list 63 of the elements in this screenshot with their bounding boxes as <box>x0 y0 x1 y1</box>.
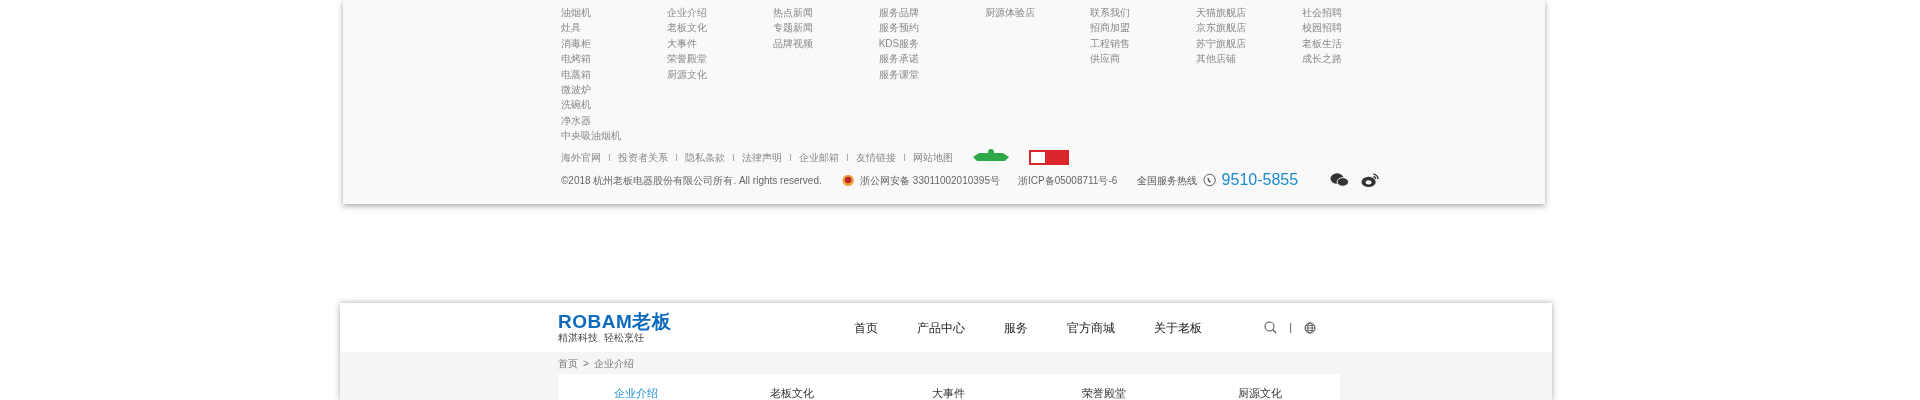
footer-link[interactable]: 校园招聘 <box>1302 20 1343 36</box>
footer-link[interactable]: 招商加盟 <box>1090 20 1131 36</box>
footer-link[interactable]: 微波炉 <box>561 82 591 98</box>
footer-link[interactable]: 厨源体验店 <box>984 5 1035 21</box>
breadcrumb-item[interactable]: 首页 <box>558 355 578 371</box>
nav-link[interactable]: 产品中心 <box>917 318 966 337</box>
breadcrumb-item[interactable]: 企业介绍 <box>593 355 634 371</box>
footer-link[interactable]: 品牌视频 <box>772 35 813 52</box>
breadcrumb-item: > <box>583 356 589 371</box>
footer-link[interactable]: 荣誉殿堂 <box>666 51 707 67</box>
nav-link[interactable]: 官方商城 <box>1067 318 1116 337</box>
footer-link[interactable]: 热点新闻 <box>772 5 813 21</box>
tab[interactable]: 厨源文化 <box>1182 387 1338 400</box>
footer-link[interactable]: 其他店铺 <box>1196 51 1237 67</box>
footer-link[interactable]: 企业介绍 <box>666 5 707 21</box>
footer-link[interactable]: 大事件 <box>666 35 697 52</box>
footer-link[interactable]: 电烤箱 <box>561 51 591 67</box>
copyright-text: ©2018 杭州老板电器股份有限公司所有. All rights reserved. <box>561 173 822 188</box>
hotline-label: 全国服务热线 <box>1136 173 1198 188</box>
footer-link[interactable]: 法律声明 <box>742 149 782 165</box>
tab[interactable]: 大事件 <box>870 387 1026 400</box>
footer-link[interactable]: 油烟机 <box>561 5 591 21</box>
footer-link[interactable]: 老板文化 <box>666 20 707 36</box>
footer-link[interactable]: 海外官网 <box>561 149 601 165</box>
tab[interactable]: 荣誉殿堂 <box>1026 387 1182 400</box>
police-record-text: 浙公网安备 33011002010395号 <box>860 173 1000 188</box>
footer-link[interactable]: 电蒸箱 <box>561 66 591 83</box>
footer-link[interactable]: 供应商 <box>1090 51 1121 67</box>
hotline-number: 9510-5855 <box>1221 170 1299 190</box>
footer-link[interactable]: 社会招聘 <box>1302 5 1343 21</box>
footer-link[interactable]: 成长之路 <box>1302 51 1343 67</box>
footer-link[interactable]: KDS服务 <box>878 35 920 52</box>
tab[interactable]: 企业介绍 <box>558 387 714 400</box>
footer-link[interactable]: 消毒柜 <box>561 35 591 52</box>
nav-link[interactable]: 服务 <box>1004 318 1029 337</box>
footer-link[interactable]: 净水器 <box>561 112 591 129</box>
footer-link[interactable]: 老板生活 <box>1302 35 1343 52</box>
footer-link[interactable]: 天猫旗舰店 <box>1196 5 1247 21</box>
footer-link[interactable]: 洗碗机 <box>561 97 591 113</box>
footer-link[interactable]: 服务品牌 <box>878 5 919 21</box>
footer-link[interactable]: 专题新闻 <box>772 20 813 36</box>
footer-link[interactable]: 投资者关系 <box>618 149 668 165</box>
logo-tagline: 精湛科技 轻松烹饪 <box>558 331 645 344</box>
icp-text: 浙ICP备05008711号-6 <box>1018 173 1118 188</box>
nav-link[interactable]: 关于老板 <box>1154 318 1203 337</box>
tab[interactable]: 老板文化 <box>714 387 870 400</box>
footer-link[interactable]: 京东旗舰店 <box>1196 20 1247 36</box>
footer-link[interactable]: 服务承诺 <box>878 51 919 67</box>
divider-text: | <box>1289 320 1292 336</box>
nav-link[interactable]: 首页 <box>854 318 879 337</box>
footer-link[interactable]: 工程销售 <box>1090 35 1131 52</box>
footer-link[interactable]: 企业邮箱 <box>799 149 839 165</box>
footer-link[interactable]: 灶具 <box>561 20 581 36</box>
footer-link[interactable]: 联系我们 <box>1090 5 1131 21</box>
footer-link[interactable]: 网站地图 <box>913 149 953 165</box>
footer-link[interactable]: 服务课堂 <box>878 66 919 83</box>
footer-link[interactable]: 中央吸油烟机 <box>561 128 621 144</box>
footer-link[interactable]: 厨源文化 <box>666 66 707 83</box>
footer-link[interactable]: 服务预约 <box>878 20 919 36</box>
footer-link[interactable]: 友情链接 <box>856 149 896 165</box>
footer-link[interactable]: 苏宁旗舰店 <box>1196 35 1247 52</box>
logo[interactable]: ROBAM老板 <box>558 311 672 332</box>
footer-link[interactable]: 隐私条款 <box>685 149 725 165</box>
